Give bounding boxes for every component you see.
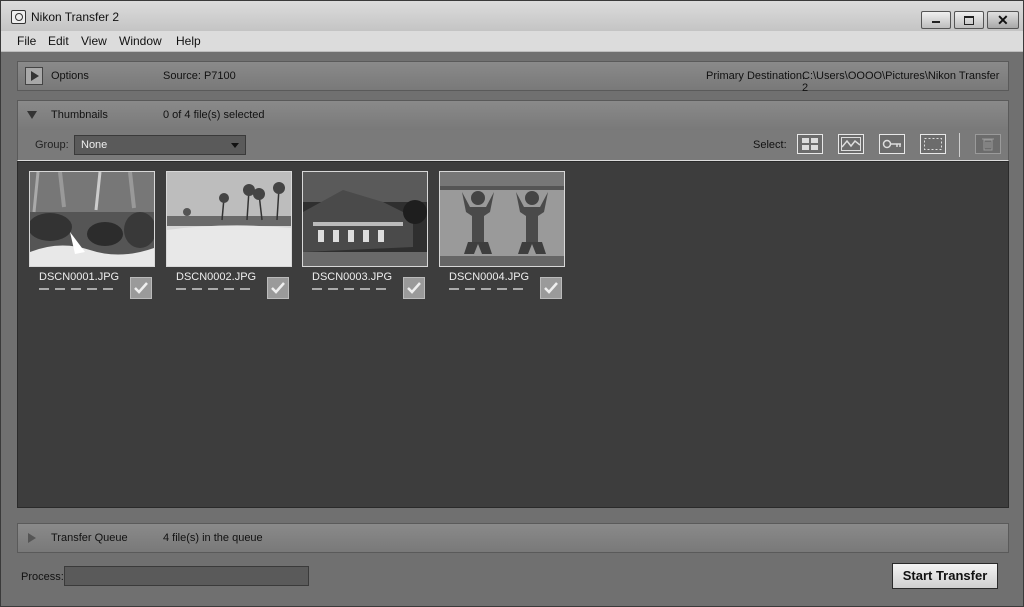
file-name: DSCN0004.JPG (449, 271, 530, 283)
window-title: Nikon Transfer 2 (31, 10, 120, 24)
thumbnails-label: Thumbnails (51, 109, 108, 121)
thumbnails-toolbar: Group: None Select: (17, 130, 1009, 161)
beach-photo (167, 172, 291, 266)
thumbnails-panel-header[interactable]: Thumbnails 0 of 4 file(s) selected (17, 100, 1009, 131)
deselect-all-button[interactable] (920, 134, 946, 154)
toolbar-separator (959, 133, 960, 157)
menu-edit[interactable]: Edit (48, 34, 69, 48)
collapse-triangle-icon[interactable] (27, 111, 37, 119)
start-transfer-button[interactable]: Start Transfer (892, 563, 998, 589)
deselect-all-icon (924, 138, 942, 150)
thumbnail-item[interactable]: DSCN0001.JPG (29, 171, 155, 301)
minimize-icon (932, 21, 940, 23)
checkmark-icon (134, 282, 148, 294)
rating-stars[interactable] (39, 288, 117, 290)
close-button[interactable]: ✕ (987, 11, 1019, 29)
file-name: DSCN0001.JPG (39, 271, 120, 283)
queue-status: 4 file(s) in the queue (163, 532, 263, 544)
options-expand-button[interactable] (25, 67, 43, 85)
status-area: Process: Start Transfer (1, 556, 1023, 606)
transfer-checkbox[interactable] (130, 277, 152, 299)
trash-icon (982, 138, 994, 151)
minimize-button[interactable] (921, 11, 951, 29)
source-text: Source: P7100 (163, 70, 236, 82)
temple-statues-photo (440, 172, 564, 266)
file-name: DSCN0002.JPG (176, 271, 257, 283)
selection-status: 0 of 4 file(s) selected (163, 109, 265, 121)
thumbnail-item[interactable]: DSCN0002.JPG (166, 171, 292, 301)
checkmark-icon (544, 282, 558, 294)
menu-view[interactable]: View (81, 34, 107, 48)
select-label: Select: (753, 139, 787, 151)
thumbnail-image[interactable] (166, 171, 292, 267)
rating-stars[interactable] (176, 288, 254, 290)
transfer-queue-label: Transfer Queue (51, 532, 128, 544)
transfer-checkbox[interactable] (267, 277, 289, 299)
options-label: Options (51, 70, 89, 82)
checkmark-icon (271, 282, 285, 294)
chevron-down-icon (231, 143, 239, 148)
menu-help[interactable]: Help (176, 34, 201, 48)
process-label: Process: (21, 571, 64, 583)
thumbnail-grid: DSCN0001.JPG DSCN0002.JPG DSCN0003.JPG D… (17, 161, 1009, 508)
building-night-photo (303, 172, 427, 266)
options-panel-header[interactable]: Options Source: P7100 Primary Destinatio… (17, 61, 1009, 94)
select-protected-button[interactable] (879, 134, 905, 154)
thumbnail-item[interactable]: DSCN0003.JPG (302, 171, 428, 301)
expand-triangle-icon[interactable] (28, 533, 36, 543)
delete-button[interactable] (975, 134, 1001, 154)
thumbnail-image[interactable] (439, 171, 565, 267)
menu-window[interactable]: Window (119, 34, 162, 48)
waterfall-photo (30, 172, 154, 266)
app-window: Nikon Transfer 2 ✕ File Edit View Window… (0, 0, 1024, 607)
close-icon: ✕ (997, 12, 1009, 28)
rating-stars[interactable] (312, 288, 390, 290)
primary-destination-label: Primary Destination: (706, 70, 806, 82)
thumbnail-image[interactable] (302, 171, 428, 267)
expand-triangle-icon (31, 71, 39, 81)
transfer-queue-panel-header[interactable]: Transfer Queue 4 file(s) in the queue (17, 523, 1009, 553)
key-icon (882, 139, 901, 149)
process-progress-bar (64, 566, 309, 586)
maximize-button[interactable] (954, 11, 984, 29)
file-name: DSCN0003.JPG (312, 271, 393, 283)
primary-destination-path: C:\Users\OOOO\Pictures\Nikon Transfer 2 (802, 70, 1000, 94)
menu-bar: File Edit View Window Help (1, 31, 1023, 52)
select-all-icon (802, 138, 818, 150)
select-all-button[interactable] (797, 134, 823, 154)
app-icon (11, 10, 26, 24)
group-dropdown-value: None (81, 139, 108, 151)
maximize-icon (964, 16, 974, 25)
title-bar: Nikon Transfer 2 ✕ (1, 1, 1023, 31)
group-label: Group: (35, 139, 69, 151)
transfer-checkbox[interactable] (540, 277, 562, 299)
thumbnail-item[interactable]: DSCN0004.JPG (439, 171, 565, 301)
menu-file[interactable]: File (17, 34, 36, 48)
group-dropdown[interactable]: None (74, 135, 246, 155)
rating-stars[interactable] (449, 288, 527, 290)
thumbnail-image[interactable] (29, 171, 155, 267)
select-new-icon (841, 137, 861, 151)
select-new-button[interactable] (838, 134, 864, 154)
transfer-checkbox[interactable] (403, 277, 425, 299)
checkmark-icon (407, 282, 421, 294)
